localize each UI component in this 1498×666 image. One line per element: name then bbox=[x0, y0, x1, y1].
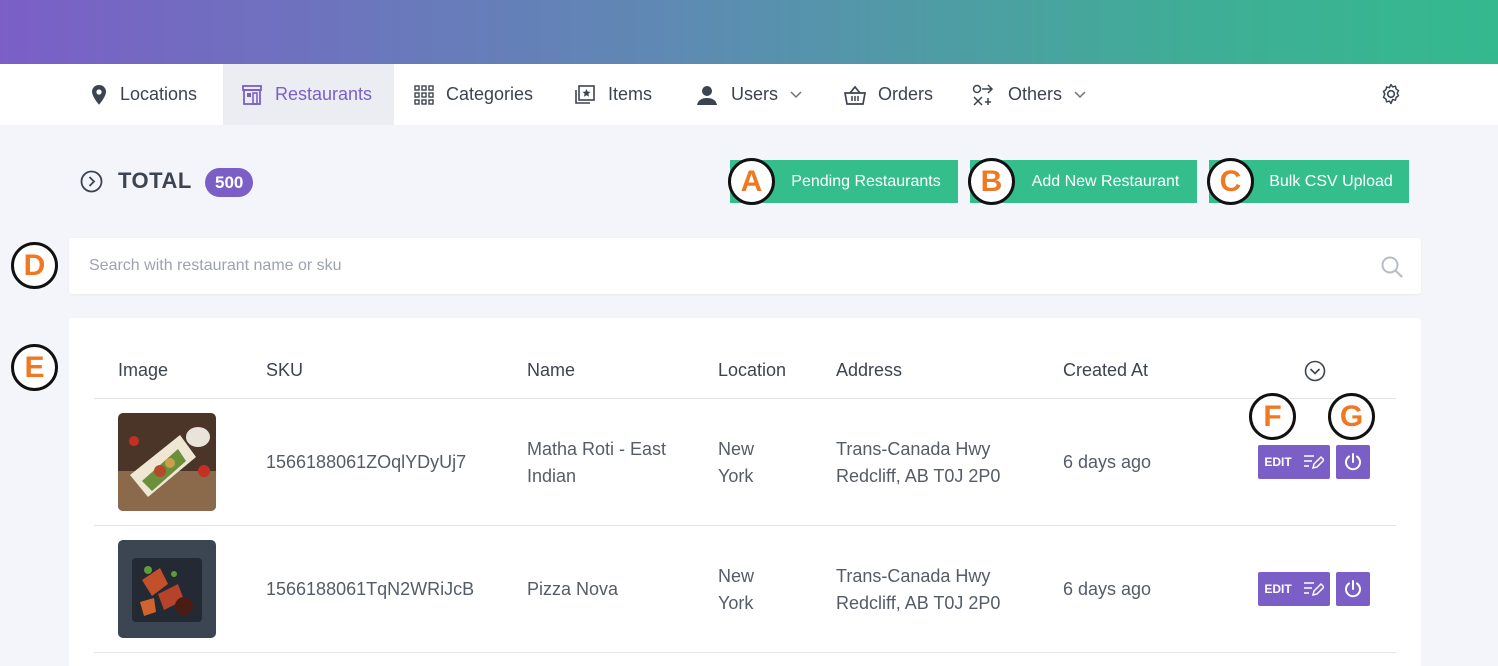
main-navbar: Locations Restaurants Categories Items U… bbox=[0, 64, 1498, 125]
address-line: Trans-Canada Hwy bbox=[836, 566, 991, 586]
annotation-marker-f: F bbox=[1249, 393, 1296, 440]
edit-label: EDIT bbox=[1264, 582, 1292, 596]
toggle-status-button[interactable] bbox=[1336, 445, 1370, 479]
edit-button[interactable]: EDIT bbox=[1258, 572, 1330, 606]
row-divider bbox=[94, 398, 1396, 399]
name-line: Pizza Nova bbox=[527, 579, 619, 599]
column-toggle-chevron-icon[interactable] bbox=[1304, 360, 1326, 382]
edit-icon bbox=[1303, 455, 1324, 470]
location-line: New bbox=[718, 439, 755, 459]
location-line: New bbox=[718, 566, 755, 586]
nav-item-restaurants[interactable]: Restaurants bbox=[223, 64, 394, 125]
sku-cell: 1566188061TqN2WRiJcB bbox=[266, 579, 475, 599]
address-line: Redcliff, AB T0J 2P0 bbox=[836, 593, 1001, 613]
row-divider bbox=[94, 652, 1396, 653]
edit-icon bbox=[1303, 582, 1324, 597]
toggle-status-button[interactable] bbox=[1336, 572, 1370, 606]
sku-cell: 1566188061ZOqlYDyUj7 bbox=[266, 452, 467, 472]
nav-label: Others bbox=[1008, 84, 1063, 104]
row-divider bbox=[94, 525, 1396, 526]
address-cell: Trans-Canada Hwy Redcliff, AB T0J 2P0 bbox=[836, 436, 1000, 490]
nav-item-categories[interactable]: Categories bbox=[414, 64, 533, 125]
basket-icon bbox=[844, 85, 866, 105]
power-icon bbox=[1345, 580, 1361, 598]
map-pin-icon bbox=[92, 84, 106, 105]
power-icon bbox=[1345, 453, 1361, 471]
total-label: TOTAL bbox=[118, 168, 192, 193]
nav-item-orders[interactable]: Orders bbox=[844, 64, 933, 125]
nav-item-locations[interactable]: Locations bbox=[90, 64, 197, 125]
nav-label: Categories bbox=[446, 84, 534, 104]
total-count-badge: 500 bbox=[205, 168, 254, 197]
store-icon bbox=[242, 84, 262, 105]
column-header-address: Address bbox=[836, 360, 903, 380]
annotation-marker-a: A bbox=[728, 158, 775, 205]
search-box bbox=[69, 238, 1421, 294]
created-at-cell: 6 days ago bbox=[1063, 579, 1152, 599]
location-line: York bbox=[718, 466, 754, 486]
created-at-cell: 6 days ago bbox=[1063, 452, 1152, 472]
search-icon[interactable] bbox=[1380, 255, 1404, 279]
address-line: Redcliff, AB T0J 2P0 bbox=[836, 466, 1001, 486]
column-header-created-at: Created At bbox=[1063, 360, 1149, 380]
annotation-marker-e: E bbox=[11, 344, 58, 391]
location-line: York bbox=[718, 593, 754, 613]
grid-icon bbox=[414, 84, 434, 105]
column-header-location: Location bbox=[718, 360, 787, 380]
nav-label: Items bbox=[608, 84, 653, 104]
settings-button[interactable] bbox=[1379, 82, 1403, 106]
chevron-down-icon bbox=[790, 90, 802, 98]
nav-item-users[interactable]: Users bbox=[695, 64, 802, 125]
name-line: Indian bbox=[527, 466, 577, 486]
chevron-down-icon bbox=[1074, 90, 1086, 98]
restaurant-thumbnail bbox=[118, 540, 216, 638]
annotation-marker-d: D bbox=[11, 242, 58, 289]
nav-label: Restaurants bbox=[275, 84, 373, 104]
column-header-name: Name bbox=[527, 360, 576, 380]
annotation-marker-g: G bbox=[1328, 393, 1375, 440]
gear-icon bbox=[1382, 83, 1400, 105]
nav-label: Orders bbox=[878, 84, 934, 104]
name-line: Matha Roti - East bbox=[527, 439, 667, 459]
nav-item-items[interactable]: Items bbox=[574, 64, 652, 125]
column-header-image: Image bbox=[118, 360, 169, 380]
column-header-sku: SKU bbox=[266, 360, 304, 380]
search-input[interactable] bbox=[69, 238, 1369, 294]
annotation-marker-b: B bbox=[968, 158, 1015, 205]
name-cell: Matha Roti - East Indian bbox=[527, 436, 666, 490]
restaurant-thumbnail bbox=[118, 413, 216, 511]
top-banner bbox=[0, 0, 1498, 64]
nav-label: Users bbox=[731, 84, 779, 104]
name-cell: Pizza Nova bbox=[527, 576, 618, 603]
address-line: Trans-Canada Hwy bbox=[836, 439, 991, 459]
address-cell: Trans-Canada Hwy Redcliff, AB T0J 2P0 bbox=[836, 563, 1000, 617]
photos-icon bbox=[575, 84, 595, 104]
nav-label: Locations bbox=[120, 84, 198, 104]
edit-button[interactable]: EDIT bbox=[1258, 445, 1330, 479]
user-icon bbox=[697, 85, 717, 105]
nav-item-others[interactable]: Others bbox=[972, 64, 1086, 125]
annotation-marker-c: C bbox=[1207, 158, 1254, 205]
others-icon bbox=[972, 83, 994, 106]
location-cell: New York bbox=[718, 563, 754, 617]
location-cell: New York bbox=[718, 436, 754, 490]
edit-label: EDIT bbox=[1264, 455, 1292, 469]
chevron-right-circle-icon[interactable] bbox=[80, 170, 103, 193]
